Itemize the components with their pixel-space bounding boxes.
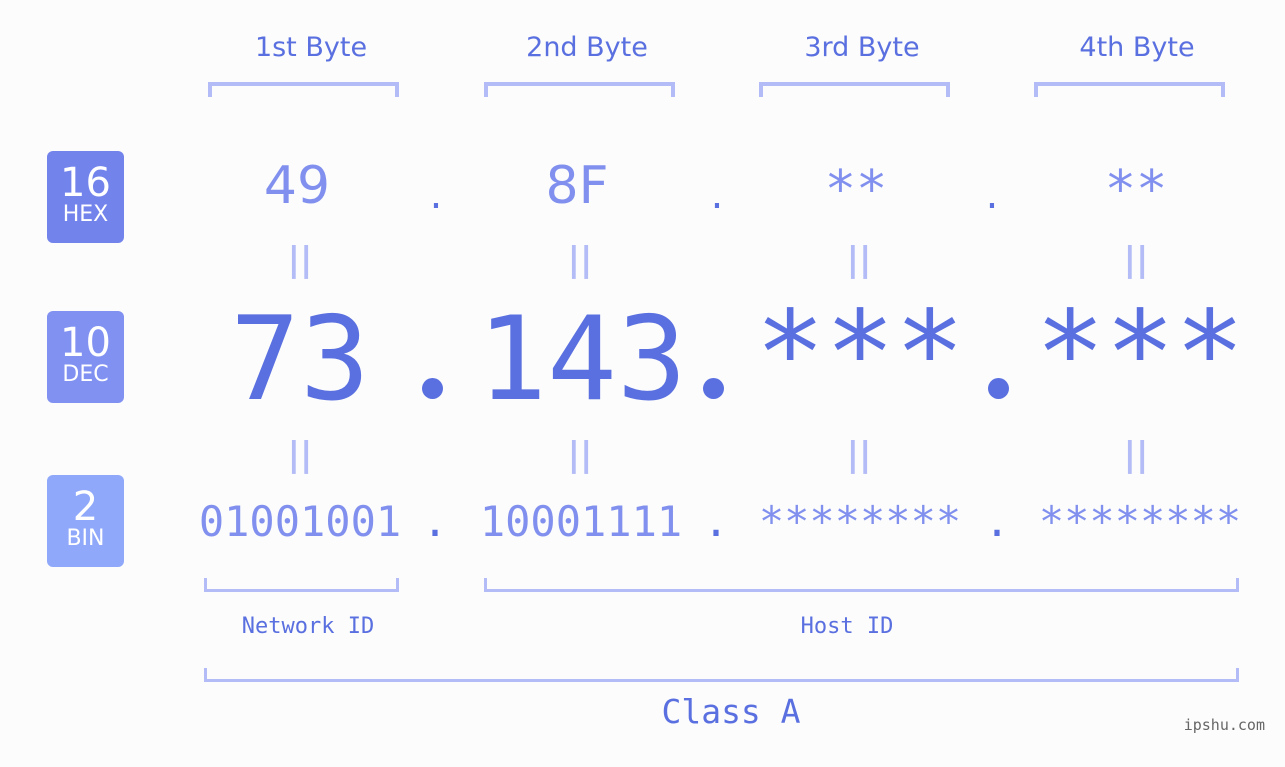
network-id-label: Network ID bbox=[241, 614, 375, 639]
hex-separator-1: . bbox=[429, 172, 443, 218]
equals-icon: || bbox=[846, 240, 872, 280]
hex-byte-1: 49 bbox=[263, 156, 331, 216]
hex-separator-2: . bbox=[710, 172, 724, 218]
dec-separator-3 bbox=[988, 378, 1009, 399]
byte-bracket-2 bbox=[484, 82, 675, 97]
bin-separator-1: . bbox=[422, 497, 448, 546]
bin-byte-2: 10001111 bbox=[479, 497, 683, 546]
byte-header-3: 3rd Byte bbox=[804, 32, 920, 63]
hex-byte-2: 8F bbox=[545, 156, 609, 216]
bin-base-label: BIN bbox=[66, 526, 105, 551]
equals-icon: || bbox=[846, 435, 872, 475]
dec-badge: 10 DEC bbox=[47, 311, 124, 403]
equals-icon: || bbox=[1123, 435, 1149, 475]
equals-icon: || bbox=[567, 240, 593, 280]
class-bracket bbox=[204, 668, 1239, 682]
dec-separator-1 bbox=[422, 378, 443, 399]
equals-icon: || bbox=[287, 240, 313, 280]
hex-byte-4: ** bbox=[1104, 160, 1168, 220]
dec-byte-2: 143 bbox=[477, 292, 687, 427]
equals-icon: || bbox=[287, 435, 313, 475]
dec-base-label: DEC bbox=[62, 362, 109, 387]
hex-badge: 16 HEX bbox=[47, 151, 124, 243]
bin-separator-2: . bbox=[703, 497, 729, 546]
host-id-label: Host ID bbox=[800, 614, 894, 639]
bin-byte-4: ******** bbox=[1038, 497, 1242, 546]
dec-byte-1: 73 bbox=[230, 292, 370, 427]
byte-header-2: 2nd Byte bbox=[526, 32, 648, 63]
bin-byte-3: ******** bbox=[758, 497, 962, 546]
dec-separator-2 bbox=[703, 378, 724, 399]
bin-byte-1: 01001001 bbox=[198, 497, 402, 546]
byte-bracket-3 bbox=[759, 82, 950, 97]
hex-separator-3: . bbox=[985, 172, 999, 218]
hex-byte-3: ** bbox=[824, 160, 888, 220]
equals-icon: || bbox=[1123, 240, 1149, 280]
host-id-bracket bbox=[484, 578, 1239, 592]
dec-byte-3: *** bbox=[755, 286, 965, 421]
equals-icon: || bbox=[567, 435, 593, 475]
class-label: Class A bbox=[661, 692, 801, 731]
byte-header-4: 4th Byte bbox=[1079, 32, 1195, 63]
byte-header-1: 1st Byte bbox=[254, 32, 368, 63]
byte-bracket-4 bbox=[1034, 82, 1225, 97]
bin-separator-3: . bbox=[984, 497, 1010, 546]
watermark: ipshu.com bbox=[1183, 716, 1265, 734]
hex-base-number: 16 bbox=[60, 160, 111, 206]
bin-badge: 2 BIN bbox=[47, 475, 124, 567]
bin-base-number: 2 bbox=[72, 484, 99, 530]
hex-base-label: HEX bbox=[62, 202, 109, 227]
network-id-bracket bbox=[204, 578, 399, 592]
byte-bracket-1 bbox=[208, 82, 399, 97]
dec-byte-4: *** bbox=[1035, 286, 1245, 421]
dec-base-number: 10 bbox=[60, 320, 111, 366]
